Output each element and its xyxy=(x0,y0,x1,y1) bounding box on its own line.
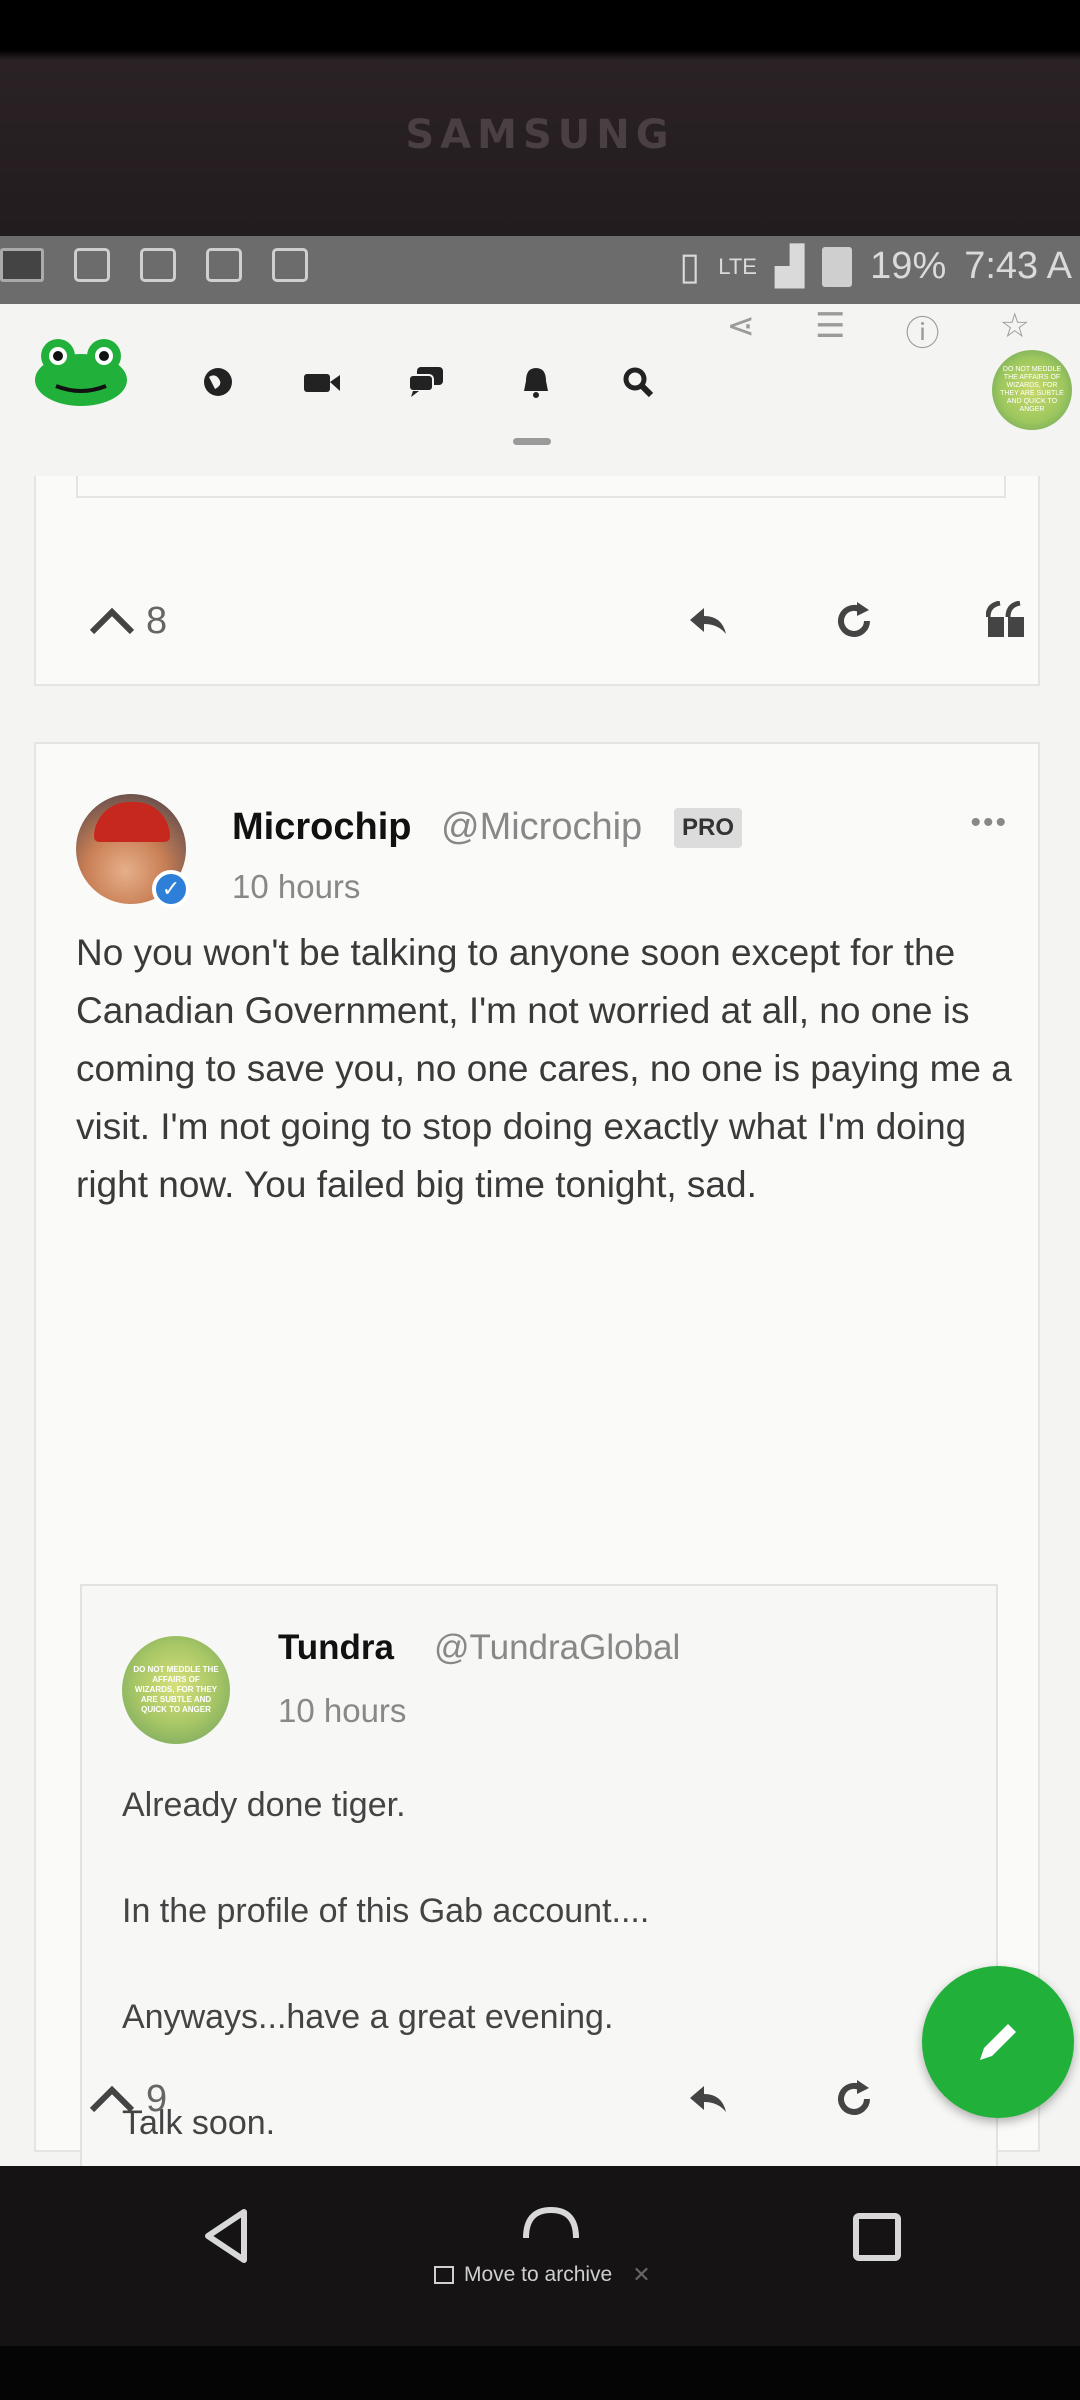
vibrate-icon: ▯ xyxy=(679,246,701,288)
quoted-author-handle[interactable]: @TundraGlobal xyxy=(434,1628,680,1668)
reply-button[interactable] xyxy=(686,2082,730,2116)
home-icon[interactable] xyxy=(522,2206,580,2240)
clock: 7:43 A xyxy=(964,245,1072,287)
quoted-line: In the profile of this Gab account.... xyxy=(122,1892,650,1930)
download-icon xyxy=(140,248,176,282)
reply-icon xyxy=(690,2086,726,2112)
post-body: No you won't be talking to anyone soon e… xyxy=(76,932,1012,1205)
quote-icon xyxy=(986,601,1024,637)
chevron-up-icon xyxy=(89,607,135,635)
previous-post-embed xyxy=(76,476,1006,498)
upvote-button[interactable]: 9 xyxy=(88,2078,167,2121)
verified-badge-icon: ✓ xyxy=(152,870,190,908)
pro-badge: PRO xyxy=(674,808,743,848)
quoted-author-avatar[interactable]: DO NOT MEDDLE THE AFFAIRS OF WIZARDS, FO… xyxy=(122,1636,230,1744)
author-handle[interactable]: @Microchip xyxy=(441,806,642,849)
hat-graphic xyxy=(94,802,170,842)
notification-icon xyxy=(0,248,44,282)
quoted-line: Already done tiger. xyxy=(122,1786,406,1824)
author-name[interactable]: Microchip xyxy=(232,806,411,849)
upvote-count: 9 xyxy=(146,2077,168,2120)
settings-sliders-icon[interactable]: ☰ xyxy=(815,306,845,355)
close-icon[interactable]: ✕ xyxy=(632,2262,650,2288)
battery-icon xyxy=(822,246,853,287)
archive-toast[interactable]: Move to archive ✕ xyxy=(434,2262,651,2288)
author-avatar[interactable]: ✓ xyxy=(76,794,190,908)
voicemail-icon xyxy=(206,248,242,282)
device-bezel-top: SAMSUNG xyxy=(0,0,1080,240)
quoted-line: Anyways...have a great evening. xyxy=(122,1998,614,2036)
quote-button[interactable] xyxy=(986,601,1028,641)
quoted-avatar-text: DO NOT MEDDLE THE AFFAIRS OF WIZARDS, FO… xyxy=(133,1665,219,1714)
repost-button[interactable] xyxy=(831,598,877,644)
upvote-count: 8 xyxy=(146,599,168,642)
repost-icon xyxy=(838,2080,870,2115)
gab-logo-icon[interactable] xyxy=(32,336,130,408)
back-icon[interactable] xyxy=(200,2206,252,2266)
notification-icons xyxy=(0,248,308,282)
pencil-icon xyxy=(980,2024,1016,2060)
pull-handle[interactable] xyxy=(513,438,551,445)
repost-button[interactable] xyxy=(831,2076,877,2122)
device-brand: SAMSUNG xyxy=(405,112,675,158)
quoted-post-time: 10 hours xyxy=(278,1692,407,1729)
bell-icon[interactable] xyxy=(514,360,558,404)
more-options-icon[interactable]: ••• xyxy=(970,806,1008,840)
signal-icon: ▟ xyxy=(774,246,805,288)
upvote-button[interactable]: 8 xyxy=(88,600,167,643)
quoted-author-name[interactable]: Tundra xyxy=(278,1628,394,1668)
previous-post-card: 8 xyxy=(34,476,1040,686)
status-right: ▯ LTE ▟ 19% 7:43 A xyxy=(679,244,1072,289)
user-avatar-text: DO NOT MEDDLE THE AFFAIRS OF WIZARDS, FO… xyxy=(1000,366,1064,413)
video-icon[interactable] xyxy=(300,360,344,404)
recent-apps-icon[interactable] xyxy=(852,2212,902,2262)
post-actions: 9 xyxy=(36,2054,1038,2144)
camera-icon xyxy=(272,248,308,282)
archive-label: Move to archive xyxy=(464,2263,613,2286)
globe-icon[interactable] xyxy=(196,360,240,404)
post-time[interactable]: 10 hours xyxy=(232,868,360,906)
post-card: ✓ Microchip @Microchip PRO 10 hours ••• … xyxy=(34,742,1040,2166)
browser-toolbar: ⋖ ☰ ⓘ ☆ xyxy=(727,306,1030,355)
chat-icon[interactable] xyxy=(404,360,448,404)
previous-post-actions: 8 xyxy=(36,576,1038,666)
share-icon[interactable]: ⋖ xyxy=(727,306,756,355)
user-avatar[interactable]: DO NOT MEDDLE THE AFFAIRS OF WIZARDS, FO… xyxy=(992,350,1072,430)
info-icon[interactable]: ⓘ xyxy=(906,306,940,355)
reply-icon xyxy=(690,608,726,634)
compose-button[interactable] xyxy=(922,1966,1074,2118)
android-icon xyxy=(74,248,110,282)
network-type: LTE xyxy=(718,253,757,279)
status-bar: ▯ LTE ▟ 19% 7:43 A xyxy=(0,236,1080,304)
search-icon[interactable] xyxy=(616,360,660,404)
screen: ▯ LTE ▟ 19% 7:43 A ⋖ ☰ ⓘ ☆ DO NOT MEDDLE… xyxy=(0,236,1080,2166)
device-bezel-bottom xyxy=(0,2346,1080,2400)
archive-icon xyxy=(434,2266,454,2284)
repost-icon xyxy=(838,602,870,637)
battery-percent: 19% xyxy=(870,245,947,287)
chevron-up-icon xyxy=(89,2085,135,2113)
system-nav-bar: Move to archive ✕ xyxy=(0,2166,1080,2346)
star-icon[interactable]: ☆ xyxy=(1000,306,1030,355)
reply-button[interactable] xyxy=(686,604,730,638)
